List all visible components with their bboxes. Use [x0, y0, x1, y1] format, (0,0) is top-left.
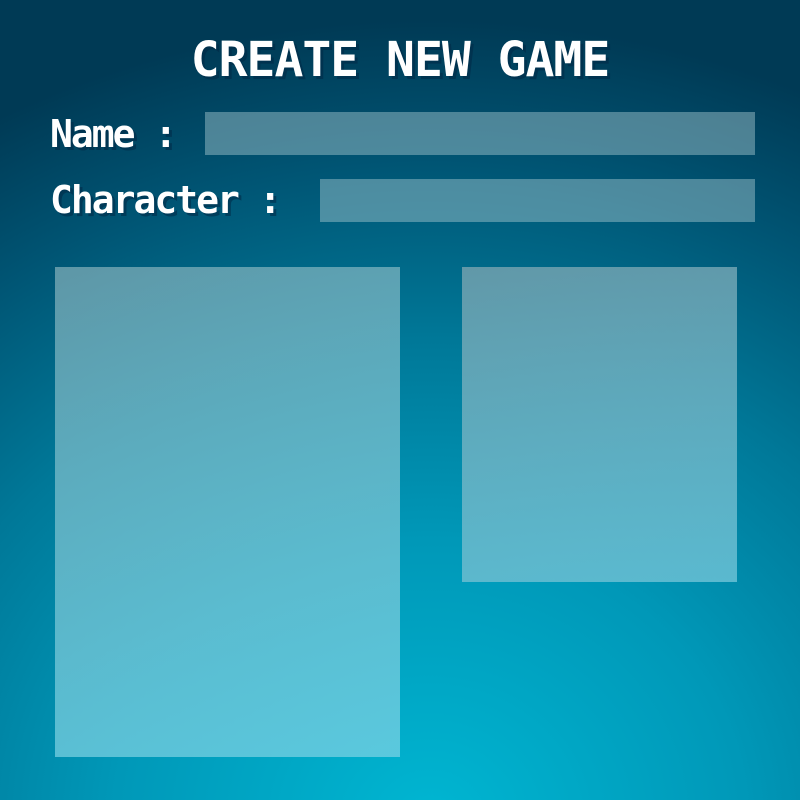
create-game-screen: CREATE NEW GAME Name : Character :	[0, 0, 800, 800]
character-input[interactable]	[320, 179, 755, 222]
screen-title: CREATE NEW GAME	[190, 32, 610, 88]
character-info-panel[interactable]	[462, 267, 737, 582]
character-preview-panel[interactable]	[55, 267, 400, 757]
name-input[interactable]	[205, 112, 755, 155]
character-label: Character :	[50, 178, 282, 222]
name-label: Name :	[50, 112, 177, 156]
